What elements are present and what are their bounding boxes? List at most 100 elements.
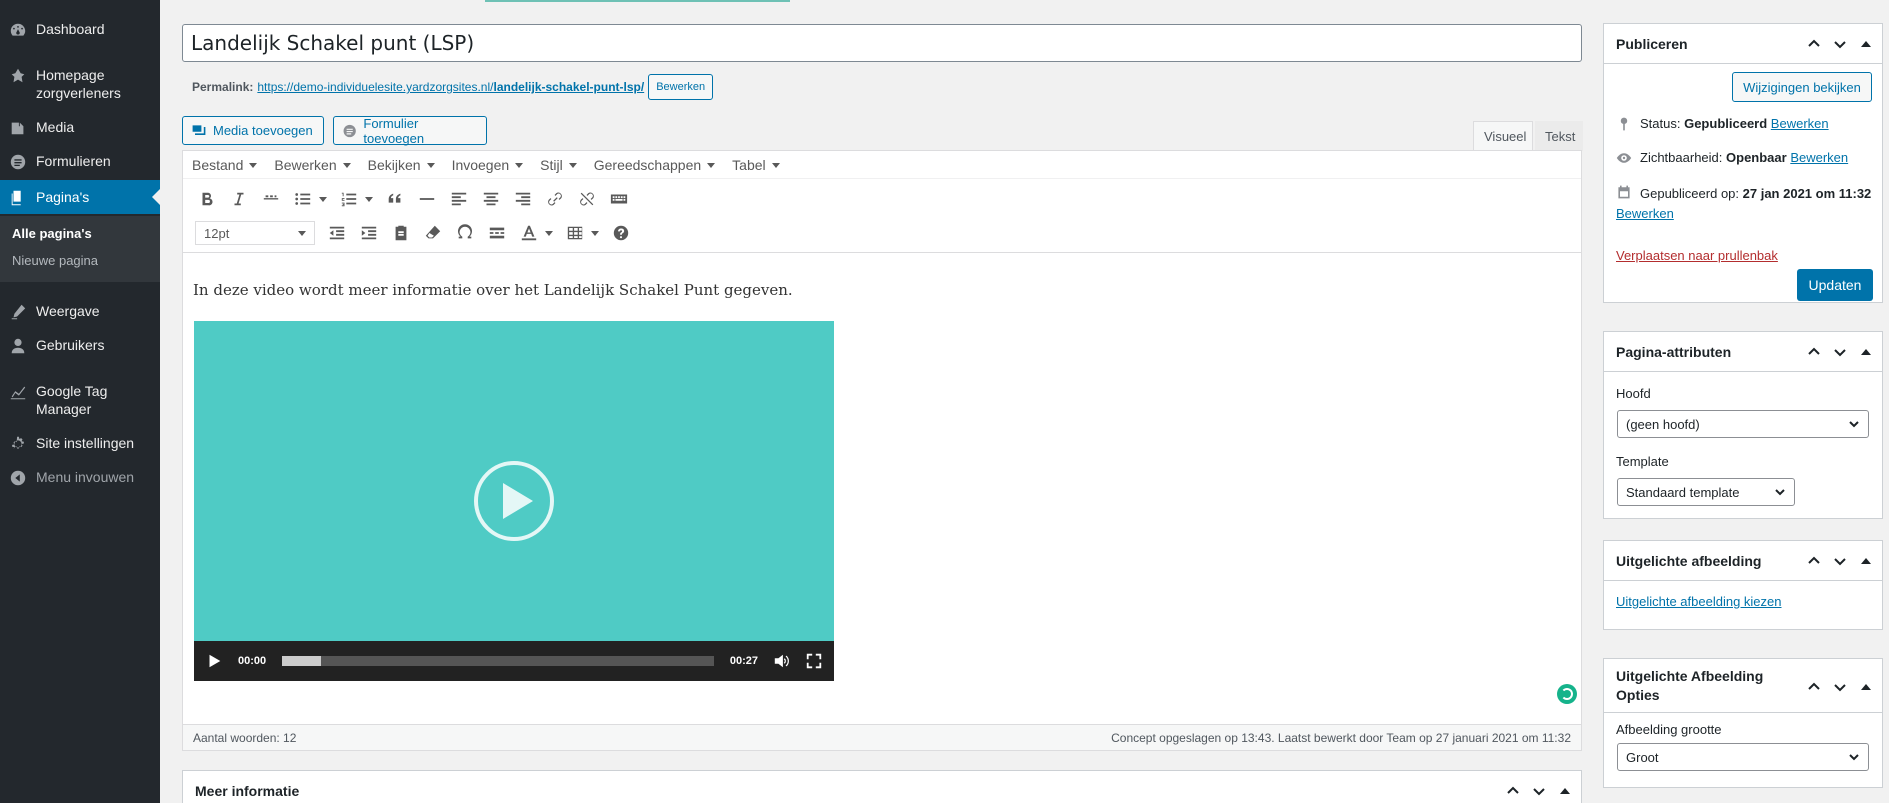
- visibility-value: Openbaar: [1726, 150, 1787, 165]
- table-icon[interactable]: [559, 220, 591, 246]
- chevron-down-icon[interactable]: [1832, 679, 1848, 695]
- sidebar-item-homepage[interactable]: Homepage zorgverleners: [0, 66, 160, 102]
- sidebar-item-appearance[interactable]: Weergave: [0, 302, 160, 321]
- help-icon[interactable]: [605, 220, 637, 246]
- menu-edit[interactable]: Bewerken: [274, 157, 350, 173]
- page-attributes-header[interactable]: Pagina-attributen: [1604, 332, 1882, 372]
- featured-options-header[interactable]: Uitgelichte Afbeelding Opties: [1604, 659, 1882, 713]
- chevron-up-icon[interactable]: [1806, 344, 1822, 360]
- submenu-new-page[interactable]: Nieuwe pagina: [12, 253, 98, 268]
- chevron-down-icon[interactable]: [1832, 553, 1848, 569]
- bold-icon[interactable]: [191, 186, 223, 212]
- toggle-icon[interactable]: [1858, 344, 1874, 360]
- horizontal-line-icon[interactable]: [411, 186, 443, 212]
- chevron-up-icon[interactable]: [1505, 783, 1521, 799]
- chevron-down-icon[interactable]: [365, 196, 373, 202]
- link-icon[interactable]: [539, 186, 571, 212]
- featured-image-header[interactable]: Uitgelichte afbeelding: [1604, 541, 1882, 581]
- sidebar-collapse-menu[interactable]: Menu invouwen: [0, 468, 160, 487]
- meer-informatie-header[interactable]: Meer informatie: [183, 771, 1581, 803]
- chevron-down-icon[interactable]: [1832, 36, 1848, 52]
- play-icon[interactable]: [204, 651, 224, 671]
- sidebar-item-dashboard[interactable]: Dashboard: [0, 20, 160, 39]
- video-player[interactable]: 00:00 00:27: [194, 321, 834, 681]
- outdent-icon[interactable]: [321, 220, 353, 246]
- preview-changes-button[interactable]: Wijzigingen bekijken: [1732, 72, 1872, 102]
- chevron-down-icon[interactable]: [591, 230, 599, 236]
- sidebar-item-site-settings[interactable]: Site instellingen: [0, 434, 160, 453]
- chevron-down-icon[interactable]: [545, 230, 553, 236]
- blockquote-icon[interactable]: [379, 186, 411, 212]
- chevron-up-icon[interactable]: [1806, 679, 1822, 695]
- grammarly-icon[interactable]: [1557, 684, 1577, 704]
- sidebar-item-pages[interactable]: Pagina's: [0, 180, 160, 214]
- publish-header[interactable]: Publiceren: [1604, 24, 1882, 64]
- permalink-edit-button[interactable]: Bewerken: [648, 74, 714, 100]
- chevron-down-icon: [1775, 489, 1785, 496]
- strikethrough-icon[interactable]: [255, 186, 287, 212]
- align-center-icon[interactable]: [475, 186, 507, 212]
- volume-icon[interactable]: [772, 651, 792, 671]
- move-to-trash-link[interactable]: Verplaatsen naar prullenbak: [1616, 248, 1778, 263]
- keyboard-icon[interactable]: [603, 186, 635, 212]
- sidebar-item-media[interactable]: Media: [0, 118, 160, 137]
- sidebar-item-forms[interactable]: Formulieren: [0, 152, 160, 171]
- toggle-icon[interactable]: [1557, 783, 1573, 799]
- tab-text[interactable]: Tekst: [1535, 121, 1583, 151]
- video-progress-bar[interactable]: [282, 656, 714, 666]
- special-char-icon[interactable]: [449, 220, 481, 246]
- bullet-list-icon[interactable]: [287, 186, 319, 212]
- menu-style[interactable]: Stijl: [540, 157, 577, 173]
- toggle-icon[interactable]: [1858, 36, 1874, 52]
- menu-file[interactable]: Bestand: [192, 157, 257, 173]
- numbered-list-icon[interactable]: [333, 186, 365, 212]
- permalink-base: https://demo-individuelesite.yardzorgsit…: [257, 80, 494, 94]
- font-size-select[interactable]: 12pt: [195, 221, 315, 245]
- template-select[interactable]: Standaard template: [1617, 478, 1795, 506]
- permalink-link[interactable]: https://demo-individuelesite.yardzorgsit…: [257, 80, 644, 94]
- set-featured-image-link[interactable]: Uitgelichte afbeelding kiezen: [1616, 594, 1782, 609]
- parent-select[interactable]: (geen hoofd): [1617, 410, 1869, 438]
- post-title-input[interactable]: [182, 24, 1582, 62]
- menu-table[interactable]: Tabel: [732, 157, 779, 173]
- chevron-down-icon[interactable]: [1531, 783, 1547, 799]
- unlink-icon[interactable]: [571, 186, 603, 212]
- italic-icon[interactable]: [223, 186, 255, 212]
- pin-icon: [0, 66, 36, 85]
- sidebar-item-label: Weergave: [36, 303, 100, 319]
- submenu-all-pages[interactable]: Alle pagina's: [12, 226, 92, 241]
- toggle-icon[interactable]: [1858, 679, 1874, 695]
- box-title: Meer informatie: [195, 783, 300, 799]
- clear-format-icon[interactable]: [417, 220, 449, 246]
- toggle-icon[interactable]: [1858, 553, 1874, 569]
- text-color-icon[interactable]: [513, 220, 545, 246]
- box-controls: [1806, 344, 1874, 360]
- align-left-icon[interactable]: [443, 186, 475, 212]
- font-size-value: 12pt: [204, 225, 230, 241]
- visibility-edit-link[interactable]: Bewerken: [1790, 150, 1848, 165]
- align-right-icon[interactable]: [507, 186, 539, 212]
- chevron-down-icon[interactable]: [1832, 344, 1848, 360]
- read-more-icon[interactable]: [481, 220, 513, 246]
- published-edit-link[interactable]: Bewerken: [1616, 206, 1674, 221]
- sidebar-item-users[interactable]: Gebruikers: [0, 336, 160, 355]
- chevron-up-icon[interactable]: [1806, 36, 1822, 52]
- add-form-button[interactable]: Formulier toevoegen: [333, 116, 487, 146]
- sidebar-item-gtm[interactable]: Google Tag Manager: [0, 382, 160, 418]
- box-title: Uitgelichte Afbeelding Opties: [1616, 667, 1764, 703]
- update-button[interactable]: Updaten: [1797, 269, 1873, 301]
- content-paragraph[interactable]: In deze video wordt meer informatie over…: [193, 281, 793, 299]
- chevron-down-icon[interactable]: [319, 196, 327, 202]
- paste-text-icon[interactable]: [385, 220, 417, 246]
- add-media-button[interactable]: Media toevoegen: [182, 116, 324, 145]
- image-size-select[interactable]: Groot: [1617, 743, 1869, 771]
- status-edit-link[interactable]: Bewerken: [1771, 116, 1829, 131]
- menu-insert[interactable]: Invoegen: [452, 157, 524, 173]
- menu-tools[interactable]: Gereedschappen: [594, 157, 715, 173]
- fullscreen-icon[interactable]: [804, 651, 824, 671]
- tab-visual[interactable]: Visueel: [1473, 121, 1533, 151]
- play-icon[interactable]: [474, 461, 554, 541]
- menu-view[interactable]: Bekijken: [368, 157, 435, 173]
- chevron-up-icon[interactable]: [1806, 553, 1822, 569]
- indent-icon[interactable]: [353, 220, 385, 246]
